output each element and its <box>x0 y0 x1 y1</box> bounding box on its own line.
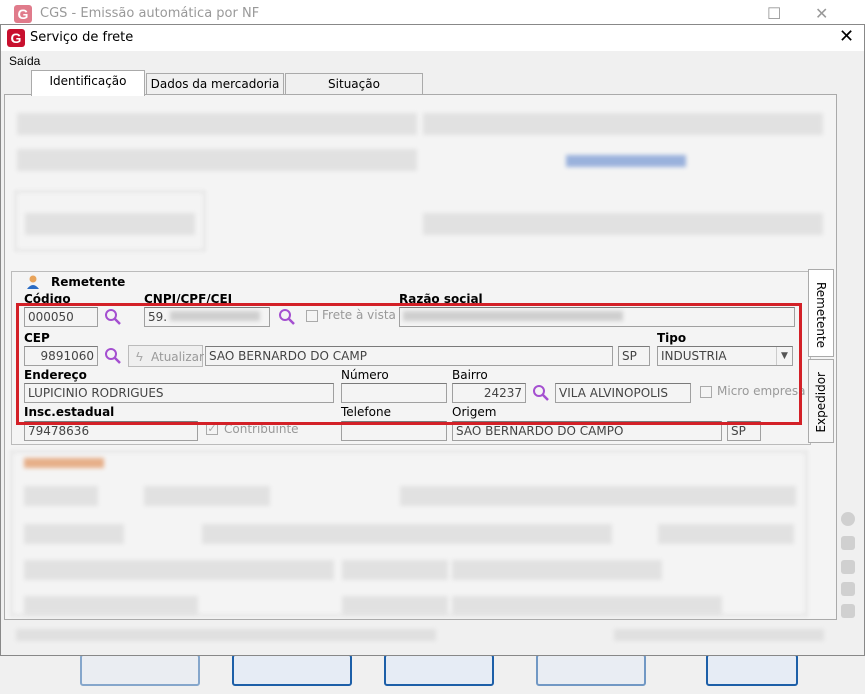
tab-dados-mercadoria[interactable]: Dados da mercadoria <box>146 73 284 95</box>
toolbar-icon-5[interactable] <box>841 604 855 618</box>
parent-button-3[interactable] <box>384 654 494 686</box>
parent-button-5[interactable] <box>706 654 798 686</box>
toolbar-icon-1[interactable] <box>841 512 855 526</box>
dialog-title: Serviço de frete <box>30 30 134 45</box>
parent-button-4[interactable] <box>536 654 646 686</box>
parent-button-2[interactable] <box>232 654 352 686</box>
app-logo-icon: G <box>14 5 32 23</box>
blurred-destinatario-section <box>11 451 807 616</box>
app-logo-icon: G <box>7 29 25 47</box>
menu-item-saida[interactable]: Saída <box>9 54 40 68</box>
side-tab-remetente[interactable]: Remetente <box>808 269 834 357</box>
person-icon <box>25 274 41 290</box>
toolbar-icon-3[interactable] <box>841 560 855 574</box>
remetente-title: Remetente <box>51 275 126 289</box>
close-icon[interactable]: ✕ <box>815 4 828 24</box>
highlight-box <box>16 303 802 425</box>
toolbar-icon-4[interactable] <box>841 582 855 596</box>
side-tab-expedidor[interactable]: Expedidor <box>808 359 834 443</box>
tab-situacao[interactable]: Situação <box>285 73 423 95</box>
parent-button-1[interactable] <box>80 654 200 686</box>
tab-identificacao[interactable]: Identificação <box>31 70 145 96</box>
close-icon[interactable]: ✕ <box>839 26 854 47</box>
dialog-titlebar: G Serviço de frete ✕ <box>1 25 864 51</box>
blurred-header-section <box>11 101 831 251</box>
freight-service-dialog: G Serviço de frete ✕ Saída Identificação… <box>0 24 865 656</box>
blurred-status-bar <box>4 623 837 649</box>
parent-window-title: CGS - Emissão automática por NF <box>40 6 260 21</box>
toolbar-icon-2[interactable] <box>841 536 855 550</box>
maximize-icon[interactable]: ☐ <box>767 4 781 24</box>
